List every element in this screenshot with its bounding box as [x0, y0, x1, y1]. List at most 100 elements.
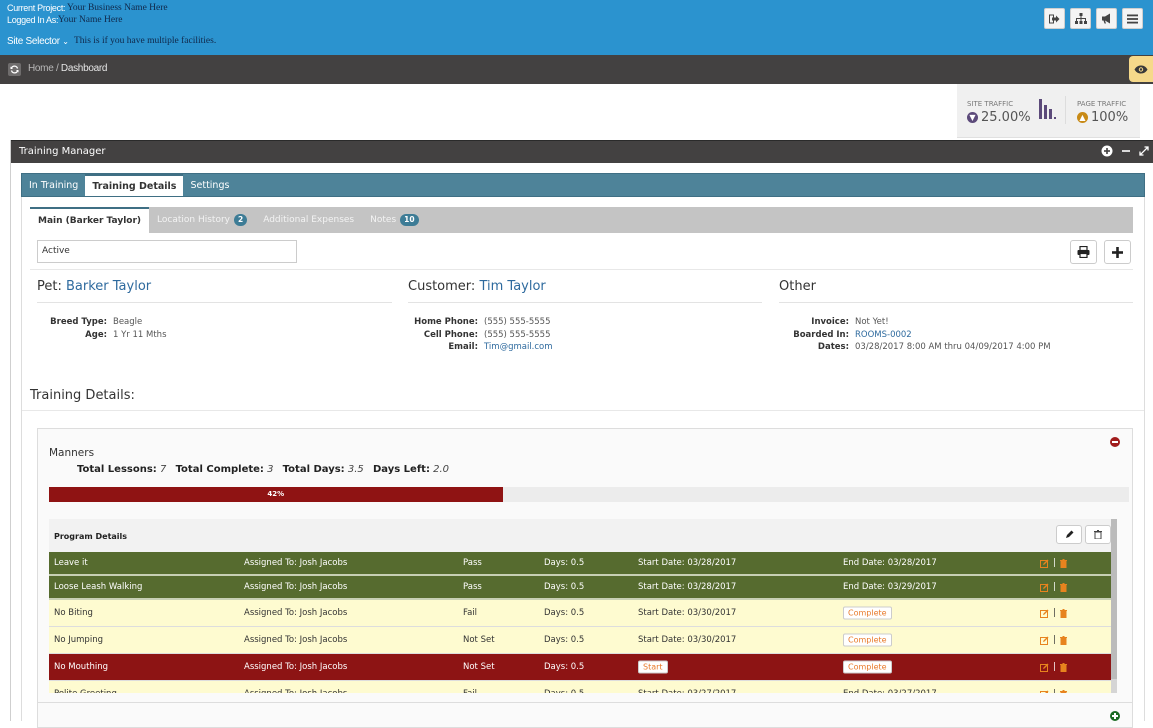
refresh-button[interactable]	[8, 63, 21, 76]
complete-button[interactable]: Complete	[843, 633, 892, 647]
progress-fill: 42%	[49, 487, 503, 502]
total-lessons-label: Total Lessons:	[77, 464, 157, 475]
program-progress-bar: 42%	[49, 487, 1129, 502]
sitemap-button[interactable]	[1070, 8, 1091, 29]
action-separator: |	[1053, 635, 1056, 645]
pet-details: Breed Type: Beagle Age: 1 Yr 11 Mths	[37, 316, 166, 341]
lesson-list: Leave it Assigned To: Josh Jacobs Pass Days…	[49, 552, 1117, 693]
lesson-name: Polite Greeting	[54, 689, 117, 693]
lesson-row: No Mouthing Assigned To: Josh Jacobs Not S…	[49, 654, 1115, 681]
edit-icon[interactable]	[1040, 690, 1049, 694]
add-button[interactable]	[1104, 240, 1131, 264]
edit-icon[interactable]	[1040, 559, 1049, 568]
sign-out-button[interactable]	[1044, 8, 1065, 29]
pet-section: Pet: Barker Taylor	[37, 279, 392, 303]
remove-program-icon[interactable]	[1110, 437, 1120, 447]
trash-icon	[1094, 530, 1102, 539]
home-phone-label: Home Phone:	[414, 317, 478, 327]
start-button[interactable]: Start	[638, 660, 668, 674]
refresh-icon	[10, 65, 19, 74]
pet-title-prefix: Pet:	[37, 279, 62, 294]
lesson-start-date: Start Date: 03/28/2017	[638, 558, 737, 568]
program-details-header: Program Details	[49, 519, 1117, 552]
announcements-button[interactable]	[1096, 8, 1117, 29]
other-details: Invoice: Not Yet! Boarded In: ROOMS-0002 D…	[779, 316, 1050, 354]
print-button[interactable]	[1070, 240, 1097, 264]
trash-icon[interactable]	[1059, 662, 1067, 672]
lesson-assigned-to: Assigned To: Josh Jacobs	[244, 689, 347, 693]
tab-location-history[interactable]: Location History 2	[149, 207, 255, 233]
lesson-actions: |	[1040, 582, 1067, 592]
complete-button[interactable]: Complete	[843, 606, 892, 620]
action-separator: |	[1053, 582, 1056, 592]
lesson-days: Days: 0.5	[544, 608, 585, 618]
trash-icon[interactable]	[1059, 689, 1067, 694]
breadcrumb-home[interactable]: Home /	[28, 63, 59, 74]
page-traffic-stat: PAGE TRAFFIC ▲ 100%	[1077, 100, 1128, 125]
days-left-label: Days Left:	[372, 464, 430, 475]
status-field[interactable]: Active	[37, 240, 297, 263]
trash-icon[interactable]	[1059, 582, 1067, 592]
customer-details: Home Phone: (555) 555-5555 Cell Phone: (55…	[408, 316, 553, 354]
tab-notes[interactable]: Notes 10	[362, 207, 426, 233]
lesson-start-date: Start Date: 03/30/2017	[638, 608, 737, 618]
sitemap-icon	[1074, 13, 1087, 24]
lesson-assigned-to: Assigned To: Josh Jacobs	[244, 558, 348, 568]
total-days-value: 3.5	[347, 464, 364, 475]
add-lesson-icon[interactable]	[1110, 711, 1120, 721]
add-circle-icon[interactable]	[1101, 145, 1113, 157]
delete-program-button[interactable]	[1085, 525, 1111, 544]
bar-chart-icon	[1039, 99, 1056, 119]
scrollbar-thumb[interactable]	[1111, 519, 1117, 679]
lesson-name: No Jumping	[54, 635, 103, 645]
boarded-in-link[interactable]: ROOMS-0002	[849, 329, 912, 342]
customer-name-link[interactable]: Tim Taylor	[479, 279, 545, 294]
breed-type-value: Beagle	[113, 317, 143, 327]
pet-name-link[interactable]: Barker Taylor	[66, 279, 151, 294]
edit-program-button[interactable]	[1056, 525, 1082, 544]
trash-icon[interactable]	[1059, 635, 1067, 645]
current-project-value: Your Business Name Here	[67, 3, 168, 13]
edit-icon[interactable]	[1040, 583, 1049, 592]
complete-button[interactable]: Complete	[843, 660, 892, 674]
top-header: Current Project: Your Business Name Here…	[0, 0, 1153, 55]
lesson-name: Leave it	[54, 558, 88, 568]
plus-icon	[1112, 246, 1123, 258]
lesson-end-date: End Date: 03/29/2017	[843, 582, 937, 592]
email-link[interactable]: Tim@gmail.com	[478, 341, 553, 354]
minimize-icon[interactable]	[1121, 146, 1131, 156]
program-card: Manners Total Lessons: 7 Total Complete:…	[37, 428, 1133, 728]
chevron-down-icon: ⌄	[62, 37, 69, 46]
tab-main[interactable]: Main (Barker Taylor)	[30, 207, 150, 233]
edit-icon[interactable]	[1040, 609, 1049, 618]
panel-title: Training Manager	[19, 146, 106, 157]
view-toggle-button[interactable]	[1129, 56, 1153, 82]
lesson-list-scrollbar[interactable]	[1111, 519, 1117, 693]
arrow-up-circle-icon: ▲	[1077, 112, 1088, 123]
tab-in-training[interactable]: In Training	[22, 174, 85, 196]
lesson-start-date: Start Date: 03/28/2017	[638, 582, 737, 592]
logged-in-label: Logged In As:	[7, 15, 59, 25]
tab-training-details[interactable]: Training Details	[85, 174, 184, 196]
menu-button[interactable]	[1122, 8, 1143, 29]
divider	[38, 702, 1132, 703]
print-icon	[1077, 246, 1090, 258]
tab-settings[interactable]: Settings	[183, 174, 236, 196]
lesson-assigned-to: Assigned To: Josh Jacobs	[244, 635, 348, 645]
tab-additional-expenses[interactable]: Additional Expenses	[255, 207, 362, 233]
edit-icon[interactable]	[1040, 636, 1049, 645]
site-traffic-stat: SITE TRAFFIC ▼ 25.00%	[967, 100, 1031, 125]
edit-icon[interactable]	[1040, 663, 1049, 672]
lesson-result: Pass	[463, 558, 482, 568]
trash-icon[interactable]	[1059, 558, 1067, 568]
invoice-label: Invoice:	[811, 317, 849, 327]
lesson-result: Fail	[463, 689, 477, 693]
lesson-result: Pass	[463, 582, 482, 592]
site-selector-dropdown[interactable]: Site Selector ⌄	[7, 36, 69, 47]
program-name: Manners	[49, 447, 95, 459]
other-section: Other	[779, 279, 1133, 303]
expand-icon[interactable]	[1139, 146, 1149, 156]
trash-icon[interactable]	[1059, 608, 1067, 618]
action-separator: |	[1053, 689, 1056, 693]
page-traffic-label: PAGE TRAFFIC	[1077, 100, 1127, 108]
